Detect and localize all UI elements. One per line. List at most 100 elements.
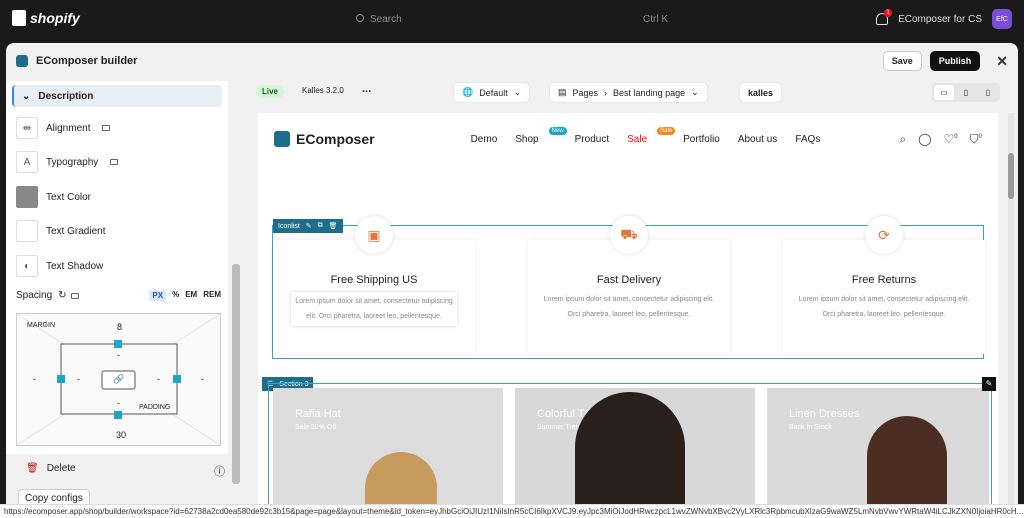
text-gradient-row[interactable]: Text Gradient: [16, 220, 105, 242]
brand-text: shopify: [30, 10, 80, 26]
feature-text[interactable]: Lorem ipsum dolor sit amet, consectetur …: [540, 292, 718, 322]
pages-dropdown[interactable]: ▤ Pages › Best landing page ⌄: [550, 83, 707, 102]
heart-icon[interactable]: ♡0: [944, 132, 958, 147]
site-brand-text: EComposer: [296, 131, 375, 147]
product-card[interactable]: Colorful TShirt Summer Trending: [515, 388, 755, 518]
product-title: Linen Dresses: [789, 408, 860, 420]
product-row: Rafia Hat Sale 50% Off Colorful TShirt S…: [268, 383, 992, 518]
page-icon: ▤: [558, 87, 567, 97]
description-section-header[interactable]: ⌄ Description: [12, 85, 222, 107]
desktop-icon[interactable]: ▭: [934, 85, 954, 100]
mobile-icon[interactable]: ▯: [978, 85, 998, 100]
spacing-box: MARGIN 8 30 - - - - - - PADDING 🔗: [16, 313, 221, 446]
canvas-scroll-thumb[interactable]: [1008, 153, 1014, 199]
wishlist-count: 0: [954, 133, 958, 140]
delete-label: Delete: [46, 463, 76, 474]
monitor-icon[interactable]: [110, 159, 119, 165]
search-placeholder: Search: [370, 13, 402, 25]
feature-text[interactable]: Lorem ipsum dolor sit amet, consectetur …: [795, 292, 973, 322]
site-brand[interactable]: EComposer: [274, 131, 375, 147]
edit-icon[interactable]: ✎: [306, 222, 312, 230]
section-3[interactable]: ☰ Section 3 Rafia Hat Sale 50% Off Colorf…: [262, 361, 998, 518]
product-card[interactable]: Rafia Hat Sale 50% Off: [273, 388, 503, 518]
section-title: Description: [38, 90, 94, 102]
shopify-logo[interactable]: shopify: [12, 10, 80, 26]
margin-top-value[interactable]: 8: [117, 322, 122, 332]
sidebar-scrollbar[interactable]: [232, 264, 240, 484]
feature-text-selected[interactable]: Lorem ipsum dolor sit amet, consectetur …: [291, 292, 457, 326]
margin-left-value[interactable]: -: [33, 374, 36, 384]
margin-top-handle[interactable]: [114, 340, 122, 348]
padding-bottom-value[interactable]: -: [117, 398, 120, 408]
user-icon[interactable]: ◯: [918, 132, 931, 147]
avatar[interactable]: EfC: [992, 9, 1012, 29]
builder-header: EComposer builder Save Publish ✕: [6, 43, 1018, 79]
unit-rem[interactable]: REM: [203, 290, 221, 301]
chevron-right-icon: ›: [604, 87, 608, 98]
site-nav-links: Demo ShopNew Product SaleSale Portfolio …: [471, 126, 820, 145]
status-bar-url: https://ecomposer.app/shop/builder/works…: [0, 504, 1024, 518]
row-label: Typography: [46, 156, 99, 168]
bell-icon[interactable]: 1: [876, 9, 893, 25]
nav-about[interactable]: About us: [738, 134, 777, 145]
nav-product[interactable]: Product: [575, 134, 609, 145]
feature-card: ⟳ Free Returns Lorem ipsum dolor sit ame…: [783, 216, 985, 354]
duplicate-icon[interactable]: ⧉: [318, 222, 323, 230]
canvas-scrollbar[interactable]: [1008, 113, 1014, 518]
nav-faqs[interactable]: FAQs: [795, 134, 820, 145]
row-label: Text Shadow: [46, 260, 104, 272]
product-card[interactable]: Linen Dresses Back In Stock: [767, 388, 989, 518]
margin-bottom-handle[interactable]: [114, 411, 122, 419]
color-swatch[interactable]: [16, 186, 38, 208]
search-icon[interactable]: ⌕: [899, 132, 906, 147]
link-icon[interactable]: 🔗: [113, 374, 124, 385]
gradient-swatch[interactable]: [16, 220, 38, 242]
monitor-icon[interactable]: [102, 125, 111, 131]
publish-button[interactable]: Publish: [929, 51, 981, 71]
help-icon[interactable]: ⓘ: [214, 463, 225, 479]
more-icon[interactable]: ...: [362, 83, 371, 95]
tablet-icon[interactable]: ▯: [956, 85, 976, 100]
reset-icon[interactable]: ↻: [58, 290, 66, 301]
nav-portfolio[interactable]: Portfolio: [683, 134, 720, 145]
default-label: Default: [479, 87, 508, 98]
margin-left-handle[interactable]: [57, 375, 65, 383]
search-input[interactable]: Search Ctrl K: [348, 8, 676, 30]
edit-icon[interactable]: ✎: [982, 377, 996, 391]
ecomposer-logo-icon: [274, 131, 290, 147]
product-sub: Back In Stock: [789, 424, 832, 431]
text-shadow-row[interactable]: ◐ Text Shadow: [16, 255, 103, 277]
builder-modal: EComposer builder Save Publish ✕ ⌄ Descri…: [6, 43, 1018, 518]
store-name[interactable]: EComposer for CS: [898, 14, 982, 25]
feature-title: Free Shipping US: [330, 274, 418, 286]
device-switcher: ▭ ▯ ▯: [932, 83, 1000, 102]
cart-icon[interactable]: ⛉0: [970, 132, 982, 147]
nav-demo[interactable]: Demo: [471, 134, 498, 145]
unit-px[interactable]: PX: [149, 290, 167, 301]
padding-right-value[interactable]: -: [157, 374, 160, 384]
iconlist-tag-label: Iconlist: [278, 222, 300, 230]
save-button[interactable]: Save: [882, 51, 922, 71]
iconlist-tag[interactable]: Iconlist ✎ ⧉ 🗑: [273, 219, 343, 233]
default-dropdown[interactable]: 🌐 Default ⌄: [454, 83, 530, 102]
margin-right-value[interactable]: -: [201, 374, 204, 384]
monitor-icon[interactable]: [70, 292, 79, 299]
nav-shop[interactable]: Shop New: [515, 126, 567, 145]
iconlist-block[interactable]: Iconlist ✎ ⧉ 🗑 ▣ Free Shipping US Lorem ips…: [272, 216, 985, 359]
text-color-row[interactable]: Text Color: [16, 186, 91, 208]
margin-right-handle[interactable]: [173, 375, 181, 383]
padding-left-value[interactable]: -: [77, 374, 80, 384]
typography-row[interactable]: A Typography: [16, 151, 119, 173]
nav-sale[interactable]: Sale Sale: [627, 126, 676, 145]
padding-top-value[interactable]: -: [117, 350, 120, 360]
feature-card: ⛟ Fast Delivery Lorem ipsum dolor sit am…: [528, 216, 730, 354]
site-preview: EComposer Demo Shop New Product Sale Sale …: [258, 113, 998, 518]
alignment-row[interactable]: ⇹ Alignment: [16, 117, 111, 139]
margin-bottom-value[interactable]: 30: [116, 430, 126, 440]
close-icon[interactable]: ✕: [996, 53, 1008, 70]
unit-percent[interactable]: %: [172, 290, 179, 301]
trash-icon[interactable]: 🗑: [329, 222, 338, 230]
unit-em[interactable]: EM: [185, 290, 197, 301]
shopify-topbar: shopify Search Ctrl K 1 EComposer for CS …: [0, 0, 1024, 38]
delete-button[interactable]: 🗑 Delete: [26, 463, 76, 474]
